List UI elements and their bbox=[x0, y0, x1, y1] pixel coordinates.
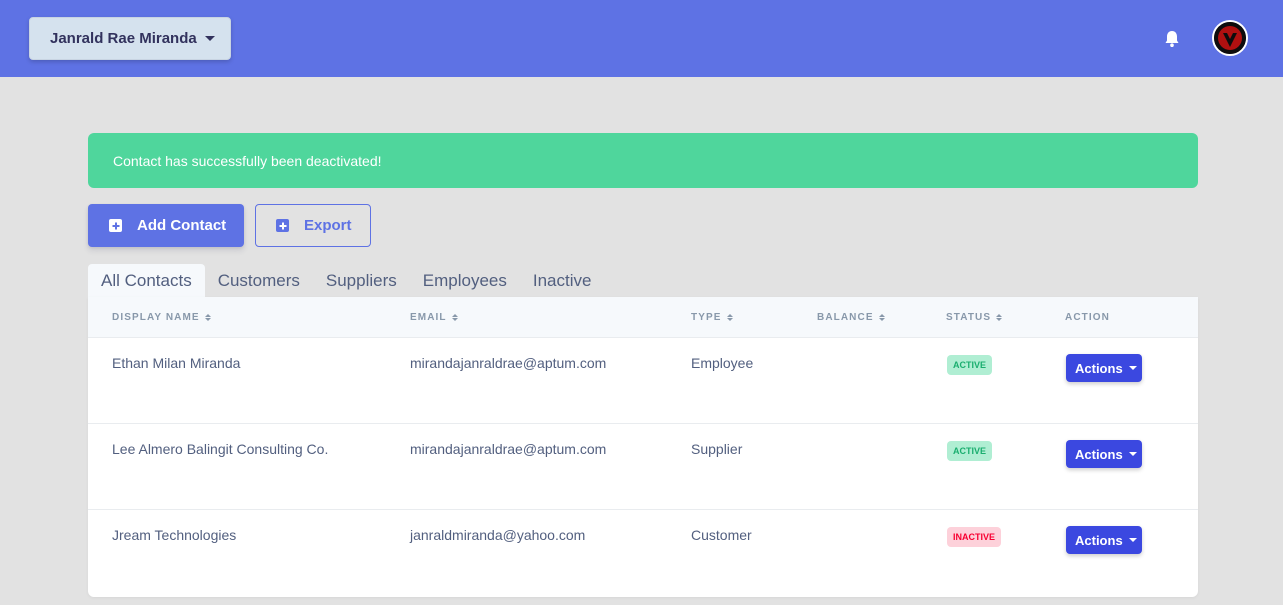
user-name-label: Janrald Rae Miranda bbox=[50, 30, 197, 47]
tab-label: Suppliers bbox=[325, 270, 397, 290]
column-header-status[interactable]: STATUS bbox=[946, 297, 1003, 338]
chevron-down-icon bbox=[1128, 452, 1137, 456]
cell-display-name: Jream Technologies bbox=[112, 527, 237, 543]
tab-all-contacts[interactable]: All Contacts bbox=[88, 264, 205, 297]
sort-icon bbox=[451, 314, 458, 321]
alert-message: Contact has successfully been deactivate… bbox=[113, 152, 382, 169]
column-header-label: STATUS bbox=[946, 312, 992, 323]
plus-square-icon bbox=[109, 219, 122, 232]
column-header-balance[interactable]: BALANCE bbox=[817, 297, 885, 338]
column-header-label: DISPLAY NAME bbox=[112, 312, 200, 323]
plus-square-icon bbox=[276, 219, 289, 232]
avatar[interactable] bbox=[1212, 20, 1248, 56]
tab-label: All Contacts bbox=[101, 270, 192, 290]
contacts-table: DISPLAY NAME EMAIL TYPE BALANCE STATUS A… bbox=[88, 297, 1198, 597]
tab-suppliers[interactable]: Suppliers bbox=[313, 264, 410, 297]
cell-email: mirandajanraldrae@aptum.com bbox=[410, 355, 607, 371]
export-button[interactable]: Export bbox=[255, 204, 371, 247]
tab-employees[interactable]: Employees bbox=[410, 264, 520, 297]
status-badge: ACTIVE bbox=[947, 355, 993, 375]
column-header-type[interactable]: TYPE bbox=[691, 297, 733, 338]
sort-icon bbox=[726, 314, 733, 321]
sort-icon bbox=[878, 314, 885, 321]
sort-icon bbox=[996, 314, 1003, 321]
add-contact-label: Add Contact bbox=[137, 217, 227, 234]
column-header-label: BALANCE bbox=[817, 312, 874, 323]
chevron-down-icon bbox=[204, 36, 215, 41]
chevron-down-icon bbox=[1128, 366, 1137, 370]
status-badge: ACTIVE bbox=[947, 441, 993, 461]
status-badge: INACTIVE bbox=[947, 527, 1002, 547]
cell-email: mirandajanraldrae@aptum.com bbox=[410, 441, 607, 457]
tab-label: Employees bbox=[422, 270, 507, 290]
table-row: Jream Technologies janraldmiranda@yahoo.… bbox=[88, 510, 1198, 596]
table-header: DISPLAY NAME EMAIL TYPE BALANCE STATUS A… bbox=[88, 297, 1198, 338]
export-label: Export bbox=[304, 217, 352, 234]
cell-display-name: Lee Almero Balingit Consulting Co. bbox=[112, 441, 329, 457]
column-header-label: ACTION bbox=[1065, 312, 1110, 323]
contact-tabs: All Contacts Customers Suppliers Employe… bbox=[88, 264, 604, 297]
tab-label: Inactive bbox=[532, 270, 592, 290]
top-navbar: Janrald Rae Miranda bbox=[0, 0, 1283, 77]
actions-dropdown-button[interactable]: Actions bbox=[1066, 354, 1142, 382]
actions-label: Actions bbox=[1075, 360, 1123, 376]
tab-label: Customers bbox=[217, 270, 300, 290]
column-header-email[interactable]: EMAIL bbox=[410, 297, 458, 338]
table-row: Ethan Milan Miranda mirandajanraldrae@ap… bbox=[88, 338, 1198, 424]
cell-display-name: Ethan Milan Miranda bbox=[112, 355, 241, 371]
column-header-label: TYPE bbox=[691, 312, 722, 323]
actions-dropdown-button[interactable]: Actions bbox=[1066, 440, 1142, 468]
chevron-down-icon bbox=[1128, 538, 1137, 542]
actions-dropdown-button[interactable]: Actions bbox=[1066, 526, 1142, 554]
column-header-display-name[interactable]: DISPLAY NAME bbox=[112, 297, 211, 338]
user-dropdown-button[interactable]: Janrald Rae Miranda bbox=[29, 17, 231, 60]
cell-type: Employee bbox=[691, 355, 754, 371]
table-row: Lee Almero Balingit Consulting Co. miran… bbox=[88, 424, 1198, 510]
success-alert: Contact has successfully been deactivate… bbox=[88, 133, 1198, 188]
cell-type: Supplier bbox=[691, 441, 743, 457]
cell-type: Customer bbox=[691, 527, 752, 543]
bell-icon[interactable] bbox=[1163, 29, 1181, 49]
cell-email: janraldmiranda@yahoo.com bbox=[410, 527, 586, 543]
add-contact-button[interactable]: Add Contact bbox=[88, 204, 244, 247]
column-header-label: EMAIL bbox=[410, 312, 447, 323]
column-header-action: ACTION bbox=[1065, 297, 1110, 338]
actions-label: Actions bbox=[1075, 532, 1123, 548]
sort-icon bbox=[204, 314, 211, 321]
tab-inactive[interactable]: Inactive bbox=[520, 264, 605, 297]
actions-label: Actions bbox=[1075, 446, 1123, 462]
tab-customers[interactable]: Customers bbox=[205, 264, 313, 297]
